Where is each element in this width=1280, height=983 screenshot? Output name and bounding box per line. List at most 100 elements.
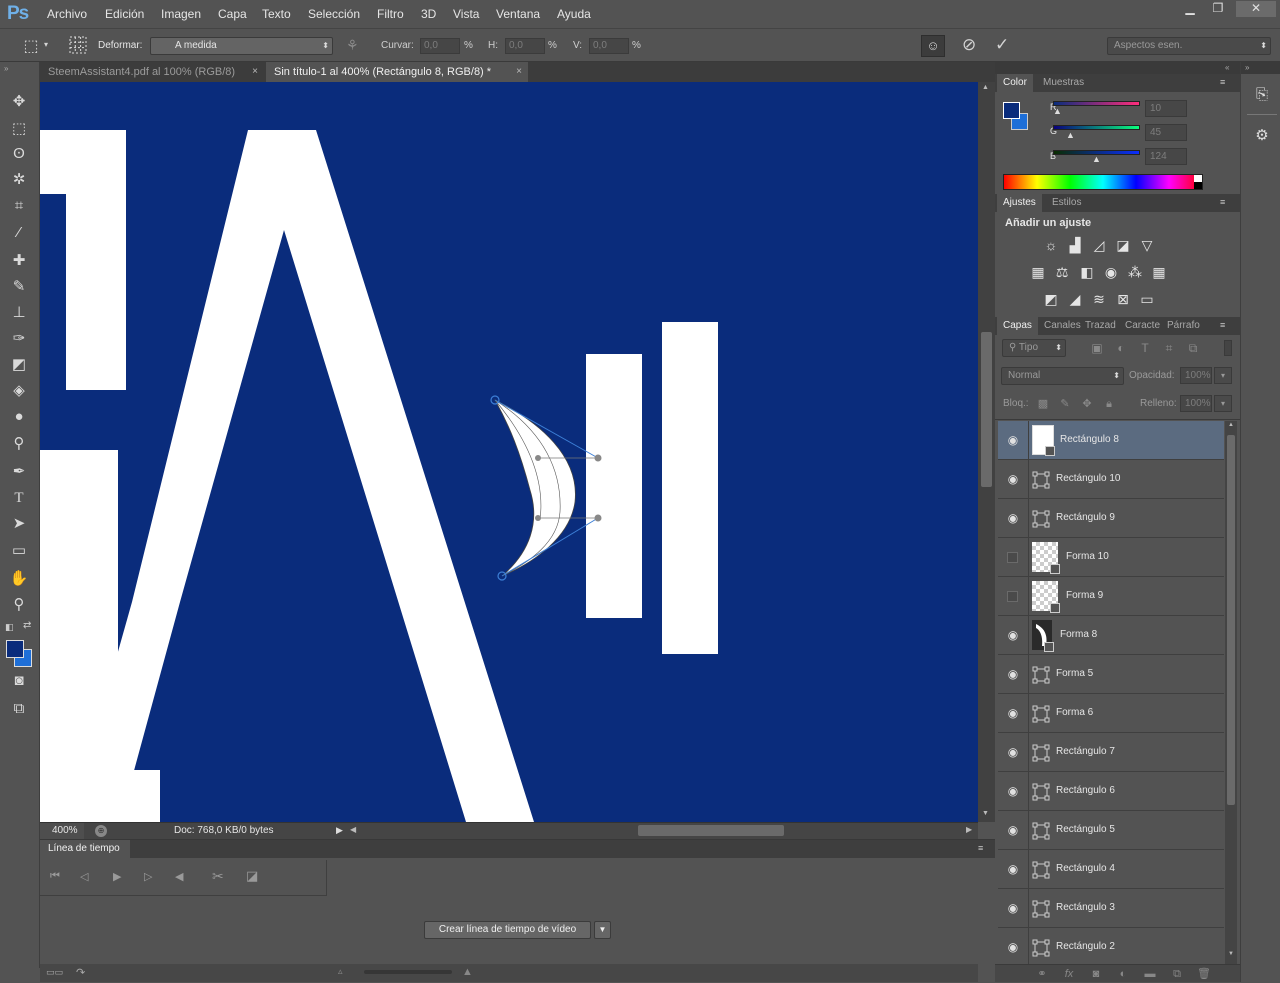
layers-scrollbar[interactable]: ▲ ▼	[1225, 421, 1237, 964]
restore-button[interactable]: ❐	[1204, 1, 1232, 17]
layer-row[interactable]: ◉ Rectángulo 3	[998, 889, 1224, 928]
move-tool-icon[interactable]: ✥	[8, 91, 30, 113]
history-icon[interactable]: ⎘	[1252, 86, 1272, 108]
warp-style-dropdown[interactable]: A medida ⬍	[150, 37, 333, 55]
play-icon[interactable]: ▶	[113, 870, 121, 883]
layer-filter-dropdown[interactable]: ⚲ Tipo ⬍	[1002, 339, 1066, 357]
layer-mask-icon[interactable]: ◙	[1087, 965, 1105, 983]
layer-thumbnail[interactable]	[1032, 620, 1054, 652]
scroll-up-icon[interactable]: ▲	[1228, 422, 1234, 428]
curve-input[interactable]: 0,0	[420, 38, 460, 54]
brightness-icon[interactable]: ☼	[1042, 236, 1060, 254]
photo-filter-icon[interactable]: ◉	[1102, 263, 1120, 281]
tab-caracter[interactable]: Caracte	[1119, 317, 1166, 335]
dodge-tool-icon[interactable]: ⚲	[8, 433, 30, 455]
warp-grid-icon[interactable]	[67, 35, 89, 60]
layer-thumbnail[interactable]	[1032, 542, 1060, 574]
cancel-transform-icon[interactable]: ⊘	[962, 35, 976, 55]
scroll-down-icon[interactable]: ▼	[982, 810, 989, 817]
foreground-color-swatch[interactable]	[6, 640, 24, 658]
eraser-tool-icon[interactable]: ◩	[8, 354, 30, 376]
threshold-icon[interactable]: ≋	[1090, 290, 1108, 308]
filter-adjustment-icon[interactable]: ◐	[1112, 339, 1130, 357]
filter-shape-icon[interactable]: ⌗	[1160, 339, 1178, 357]
lock-pixels-icon[interactable]: ✎	[1056, 395, 1074, 413]
eye-icon[interactable]: ◉	[1006, 628, 1020, 642]
link-layers-icon[interactable]: ⚭	[1033, 965, 1051, 983]
history-brush-tool-icon[interactable]: ✑	[8, 328, 30, 350]
puppet-warp-icon[interactable]: ☺	[921, 35, 945, 57]
layer-row[interactable]: ◉ Rectángulo 10	[998, 460, 1224, 499]
layer-row[interactable]: Forma 10	[998, 538, 1224, 577]
channel-g-value[interactable]: 45	[1145, 124, 1187, 141]
channel-b-value[interactable]: 124	[1145, 148, 1187, 165]
menu-filtro[interactable]: Filtro	[377, 7, 404, 21]
warp-orientation-icon[interactable]: ⚘	[346, 37, 359, 54]
scroll-left-icon[interactable]: ◀	[350, 825, 356, 834]
channel-r-slider[interactable]	[1053, 101, 1140, 106]
visibility-toggle[interactable]	[1007, 552, 1018, 563]
menu-archivo[interactable]: Archivo	[47, 7, 87, 21]
healing-brush-tool-icon[interactable]: ✚	[8, 250, 30, 272]
eye-icon[interactable]: ◉	[1006, 433, 1020, 447]
layer-row[interactable]: ◉ Rectángulo 5	[998, 811, 1224, 850]
chevron-down-icon[interactable]: ▾	[44, 40, 48, 49]
menu-seleccion[interactable]: Selección	[308, 7, 360, 21]
path-selection-tool-icon[interactable]: ➤	[8, 513, 30, 535]
layer-row[interactable]: ◉ Rectángulo 8	[998, 421, 1224, 460]
chevron-down-icon[interactable]: ▾	[1214, 395, 1232, 412]
eye-icon[interactable]: ◉	[1006, 472, 1020, 486]
channel-r-value[interactable]: 10	[1145, 100, 1187, 117]
minimize-button[interactable]: ▁	[1176, 1, 1204, 17]
canvas-vertical-scrollbar[interactable]: ▲ ▼	[978, 82, 995, 822]
panel-menu-icon[interactable]: ≡	[978, 843, 983, 853]
layer-style-icon[interactable]: fx	[1060, 965, 1078, 983]
selective-color-icon[interactable]: ⊠	[1114, 290, 1132, 308]
layer-row[interactable]: ◉ Rectángulo 6	[998, 772, 1224, 811]
blend-mode-dropdown[interactable]: Normal ⬍	[1001, 367, 1124, 385]
layer-thumbnail[interactable]	[1032, 510, 1050, 528]
color-lookup-icon[interactable]: ▦	[1150, 263, 1168, 281]
eye-icon[interactable]: ◉	[1006, 745, 1020, 759]
create-video-timeline-button[interactable]: Crear línea de tiempo de vídeo	[424, 921, 591, 939]
menu-edicion[interactable]: Edición	[105, 7, 144, 21]
menu-vista[interactable]: Vista	[453, 7, 479, 21]
layer-row[interactable]: Forma 9	[998, 577, 1224, 616]
close-icon[interactable]: ×	[516, 62, 522, 82]
brush-tool-icon[interactable]: ✎	[8, 276, 30, 298]
filter-smart-object-icon[interactable]: ⧉	[1184, 339, 1202, 357]
tab-muestras[interactable]: Muestras	[1037, 74, 1090, 92]
expand-panels-icon[interactable]: »	[1245, 63, 1249, 72]
exposure-icon[interactable]: ◪	[1114, 236, 1132, 254]
scroll-thumb[interactable]	[981, 332, 992, 487]
layer-row[interactable]: ◉ Forma 8	[998, 616, 1224, 655]
layer-row[interactable]: ◉ Rectángulo 4	[998, 850, 1224, 889]
layer-row[interactable]: ◉ Rectángulo 7	[998, 733, 1224, 772]
lock-all-icon[interactable]: 🔒︎	[1100, 395, 1118, 413]
hue-saturation-icon[interactable]: ▦	[1029, 263, 1047, 281]
eye-icon[interactable]: ◉	[1006, 940, 1020, 954]
transform-tool-icon[interactable]: ⬚	[20, 36, 42, 56]
hand-tool-icon[interactable]: ✋	[8, 568, 30, 590]
collapse-tools-icon[interactable]: »	[4, 64, 8, 73]
opacity-input[interactable]: 100%	[1180, 367, 1212, 384]
collapse-panels-icon[interactable]: «	[1225, 63, 1229, 72]
type-tool-icon[interactable]: T	[8, 487, 30, 509]
layer-thumbnail[interactable]	[1032, 861, 1050, 879]
layer-thumbnail[interactable]	[1032, 900, 1050, 918]
eyedropper-tool-icon[interactable]: ⁄	[8, 222, 30, 244]
first-frame-icon[interactable]: ⏮	[50, 870, 60, 883]
layer-thumbnail[interactable]	[1032, 744, 1050, 762]
gradient-map-icon[interactable]: ▭	[1138, 290, 1156, 308]
eye-icon[interactable]: ◉	[1006, 823, 1020, 837]
filter-pixel-icon[interactable]: ▣	[1088, 339, 1106, 357]
channel-g-thumb[interactable]: ▲	[1066, 130, 1075, 140]
scroll-thumb[interactable]	[1227, 435, 1235, 805]
rectangle-tool-icon[interactable]: ▭	[8, 540, 30, 562]
layer-thumbnail[interactable]	[1032, 705, 1050, 723]
status-menu-icon[interactable]: ▶	[336, 825, 343, 836]
swap-colors-icon[interactable]: ⇄	[23, 620, 31, 631]
layer-row[interactable]: ◉ Rectángulo 2	[998, 928, 1224, 966]
convert-icon[interactable]: ↷	[76, 966, 85, 979]
menu-capa[interactable]: Capa	[218, 7, 247, 21]
